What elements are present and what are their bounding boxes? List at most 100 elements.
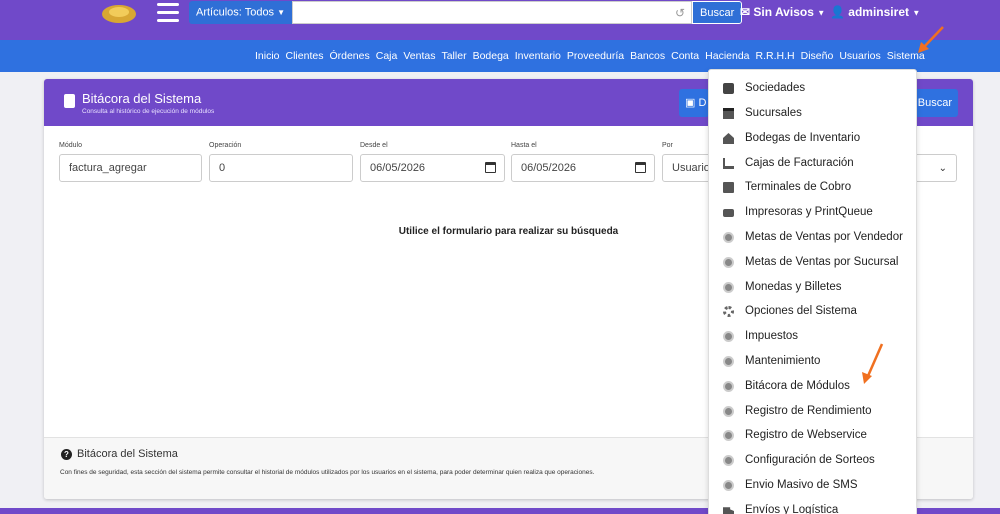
por-value: Usuario <box>672 162 710 174</box>
dropdown-item-label: Bodegas de Inventario <box>745 132 861 144</box>
desde-label: Desde el <box>360 142 388 149</box>
dropdown-item-label: Terminales de Cobro <box>745 181 852 193</box>
dropdown-item-monedas[interactable]: Monedas y Billetes <box>709 276 916 300</box>
menu-item-clientes[interactable]: Clientes <box>286 50 324 62</box>
calendar-icon[interactable] <box>635 162 646 173</box>
desde-field-group: Desde el 06/05/2026 <box>360 142 505 182</box>
dropdown-item-sucursales[interactable]: Sucursales <box>709 102 916 126</box>
username-label: adminsiret <box>848 5 909 19</box>
dropdown-item-label: Mantenimiento <box>745 355 821 367</box>
chevron-down-icon: ⌄ <box>938 163 947 174</box>
dropdown-item-label: Sucursales <box>745 107 802 119</box>
user-icon: 👤 <box>830 5 845 19</box>
printer-icon <box>723 209 734 217</box>
dropdown-item-label: Metas de Ventas por Sucursal <box>745 256 899 268</box>
dropdown-item-label: Monedas y Billetes <box>745 281 842 293</box>
circle-icon <box>723 381 734 392</box>
dropdown-item-envios[interactable]: Envíos y Logística <box>709 499 916 514</box>
download-button-label: D <box>698 97 707 109</box>
menu-item-diseno[interactable]: Diseño <box>801 50 834 62</box>
hasta-value: 06/05/2026 <box>521 162 577 174</box>
dropdown-item-label: Registro de Webservice <box>745 429 867 441</box>
menu-item-rrhh[interactable]: R.R.H.H <box>756 50 795 62</box>
clipboard-icon <box>64 94 75 108</box>
dropdown-item-sms[interactable]: Envio Masivo de SMS <box>709 474 916 498</box>
menu-item-usuarios[interactable]: Usuarios <box>839 50 880 62</box>
book-icon <box>723 83 734 94</box>
hamburger-menu-icon[interactable] <box>157 3 179 23</box>
dropdown-item-label: Bitácora de Módulos <box>745 380 850 392</box>
dropdown-item-metas-sucursal[interactable]: Metas de Ventas por Sucursal <box>709 251 916 275</box>
dropdown-item-sorteos[interactable]: Configuración de Sorteos <box>709 449 916 473</box>
desde-date-input[interactable]: 06/05/2026 <box>360 154 505 182</box>
history-icon[interactable]: ↺ <box>675 6 685 20</box>
search-group: Artículos: Todos ▼ ↺ Buscar <box>189 1 743 24</box>
circle-icon <box>723 331 734 342</box>
menu-item-proveeduria[interactable]: Proveeduría <box>567 50 624 62</box>
cogs-icon <box>723 306 734 317</box>
menu-item-conta[interactable]: Conta <box>671 50 699 62</box>
dropdown-item-metas-vendedor[interactable]: Metas de Ventas por Vendedor <box>709 226 916 250</box>
dropdown-item-label: Registro de Rendimiento <box>745 405 872 417</box>
modulo-field-group: Módulo factura_agregar <box>59 142 202 182</box>
dropdown-item-label: Impresoras y PrintQueue <box>745 206 873 218</box>
hasta-date-input[interactable]: 06/05/2026 <box>511 154 655 182</box>
circle-icon <box>723 430 734 441</box>
dropdown-item-opciones[interactable]: Opciones del Sistema <box>709 300 916 324</box>
operacion-input[interactable]: 0 <box>209 154 353 182</box>
dropdown-item-cajas[interactable]: Cajas de Facturación <box>709 152 916 176</box>
notifications-dropdown[interactable]: ✉ Sin Avisos ▼ <box>740 5 825 19</box>
company-logo[interactable] <box>100 2 138 24</box>
menu-item-taller[interactable]: Taller <box>441 50 466 62</box>
menu-item-ventas[interactable]: Ventas <box>403 50 435 62</box>
user-dropdown[interactable]: 👤 adminsiret ▼ <box>830 5 920 19</box>
arrow-pointer-icon <box>918 26 944 53</box>
desde-value: 06/05/2026 <box>370 162 426 174</box>
dropdown-item-bodegas[interactable]: Bodegas de Inventario <box>709 127 916 151</box>
dropdown-item-sociedades[interactable]: Sociedades <box>709 77 916 101</box>
dropdown-item-label: Metas de Ventas por Vendedor <box>745 231 903 243</box>
menu-item-caja[interactable]: Caja <box>376 50 398 62</box>
menu-item-inicio[interactable]: Inicio <box>255 50 280 62</box>
dropdown-item-terminales[interactable]: Terminales de Cobro <box>709 176 916 200</box>
terminal-icon <box>723 182 734 193</box>
dropdown-item-label: Envio Masivo de SMS <box>745 479 858 491</box>
dropdown-item-rendimiento[interactable]: Registro de Rendimiento <box>709 400 916 424</box>
arrow-pointer-icon <box>862 343 884 384</box>
calendar-icon[interactable] <box>485 162 496 173</box>
dropdown-item-label: Envíos y Logística <box>745 504 839 514</box>
articulos-dropdown[interactable]: Artículos: Todos ▼ <box>189 1 293 24</box>
circle-icon <box>723 257 734 268</box>
chevron-down-icon: ▼ <box>912 8 921 18</box>
avisos-label: Sin Avisos <box>753 5 814 19</box>
top-navbar: Artículos: Todos ▼ ↺ Buscar ✉ Sin Avisos… <box>0 0 1000 40</box>
menu-item-ordenes[interactable]: Órdenes <box>329 50 369 62</box>
file-icon: ▣ <box>685 97 696 109</box>
search-input[interactable]: ↺ <box>292 1 693 24</box>
sistema-dropdown-menu: Sociedades Sucursales Bodegas de Inventa… <box>708 69 917 514</box>
circle-icon <box>723 282 734 293</box>
page-title: Bitácora del Sistema <box>82 91 202 106</box>
dropdown-item-label: Configuración de Sorteos <box>745 454 875 466</box>
dropdown-item-label: Cajas de Facturación <box>745 157 854 169</box>
menu-item-inventario[interactable]: Inventario <box>515 50 561 62</box>
main-menu-bar: Inicio Clientes Órdenes Caja Ventas Tall… <box>0 40 1000 72</box>
search-button[interactable]: Buscar <box>692 1 743 24</box>
dropdown-item-label: Opciones del Sistema <box>745 305 857 317</box>
envelope-icon: ✉ <box>740 5 751 19</box>
modulo-input[interactable]: factura_agregar <box>59 154 202 182</box>
dropdown-item-label: Sociedades <box>745 82 806 94</box>
modulo-label: Módulo <box>59 142 82 149</box>
menu-item-bodega[interactable]: Bodega <box>473 50 509 62</box>
dropdown-item-impresoras[interactable]: Impresoras y PrintQueue <box>709 201 916 225</box>
download-button[interactable]: ▣ D <box>679 89 709 117</box>
circle-icon <box>723 455 734 466</box>
menu-item-bancos[interactable]: Bancos <box>630 50 665 62</box>
hasta-field-group: Hasta el 06/05/2026 <box>511 142 655 182</box>
dropdown-item-label: Impuestos <box>745 330 799 342</box>
menu-item-hacienda[interactable]: Hacienda <box>705 50 749 62</box>
warehouse-icon <box>723 133 734 144</box>
dropdown-item-webservice[interactable]: Registro de Webservice <box>709 424 916 448</box>
footer-description: Con fines de seguridad, esta sección del… <box>60 469 595 476</box>
store-icon <box>723 108 734 119</box>
